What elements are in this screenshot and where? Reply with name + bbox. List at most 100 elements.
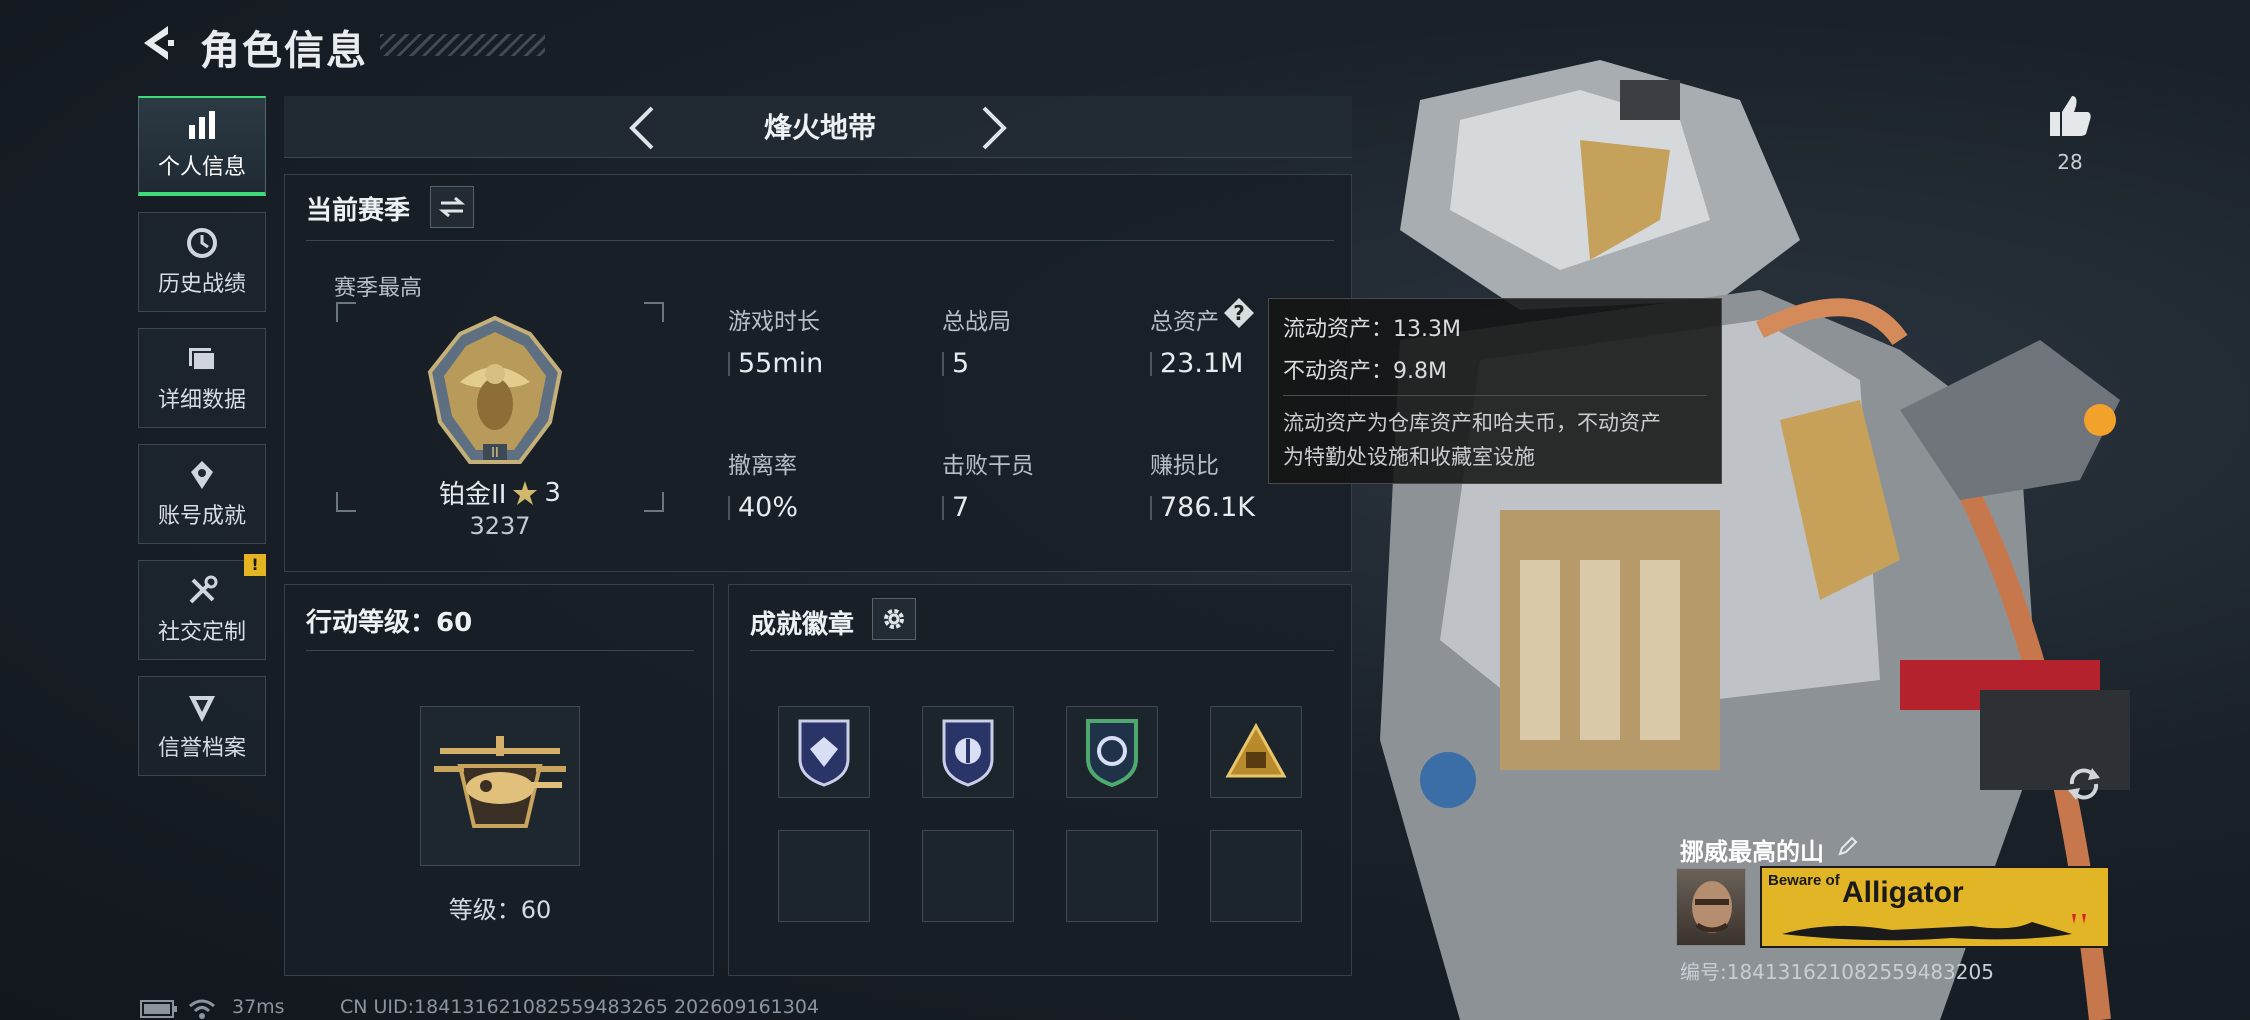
- folder-icon: [189, 348, 216, 371]
- shield-icon: [189, 696, 215, 722]
- helicopter-emblem-icon: [434, 736, 566, 828]
- battery-icon: [140, 1000, 177, 1018]
- sidebar-item-label: 社交定制: [157, 620, 246, 645]
- avatar-face-icon: [1692, 881, 1732, 933]
- sidebar-item-label: 历史战绩: [157, 272, 246, 297]
- frame-corner: [336, 302, 356, 322]
- player-name: 挪威最高的山: [1680, 838, 1824, 866]
- back-arrow-icon[interactable]: [138, 22, 180, 64]
- thumbs-up-icon[interactable]: [2046, 92, 2094, 140]
- bar-chart-icon: [189, 111, 215, 139]
- stat-value: 55min: [738, 348, 824, 379]
- asset-breakdown-tooltip: 流动资产：13.3M 不动资产：9.8M 流动资产为仓库资产和哈夫币，不动资产 …: [1268, 298, 1722, 484]
- tooltip-note-1: 流动资产为仓库资产和哈夫币，不动资产: [1283, 411, 1661, 435]
- page-title: 角色信息: [200, 28, 368, 74]
- badge-slot[interactable]: [922, 706, 1014, 798]
- rank-title-row: 铂金II 3: [430, 474, 570, 511]
- platinum-rank-emblem: II: [427, 315, 563, 464]
- stat-label: 击败干员: [942, 453, 1034, 479]
- chevron-right-icon[interactable]: [976, 104, 1012, 152]
- edit-pencil-icon[interactable]: [1836, 834, 1860, 858]
- stat-label: 赚损比: [1150, 453, 1219, 479]
- liquid-assets-line: 流动资产：13.3M: [1283, 317, 1461, 342]
- stat-marker: [942, 495, 944, 520]
- empty-badge-slot[interactable]: [1066, 830, 1158, 922]
- tools-icon: [189, 575, 218, 604]
- frame-corner: [644, 492, 664, 512]
- stat-marker: [728, 495, 730, 520]
- divider: [306, 240, 1334, 241]
- fixed-assets-line: 不动资产：9.8M: [1283, 359, 1447, 384]
- sidebar-item-history[interactable]: 历史战绩: [138, 212, 266, 312]
- star-icon: [513, 480, 538, 505]
- empty-badge-slot[interactable]: [778, 830, 870, 922]
- divider: [306, 650, 694, 651]
- divider: [750, 650, 1334, 651]
- action-level-emblem-frame: [420, 706, 580, 866]
- ping-text: 37ms: [232, 996, 285, 1018]
- shield-badge-icon: [942, 719, 994, 787]
- rank-score: 3237: [469, 512, 531, 540]
- svg-text:II: II: [491, 446, 499, 461]
- action-level-text: 等级：60: [448, 896, 552, 924]
- season-panel-title: 当前赛季: [306, 196, 411, 226]
- sidebar-item-label: 个人信息: [157, 155, 246, 180]
- sidebar-item-achievements[interactable]: 账号成就: [138, 444, 266, 544]
- swap-season-button[interactable]: [430, 186, 474, 228]
- stat-value: 23.1M: [1160, 348, 1244, 379]
- stat-extract-rate: 撤离率 40%: [728, 446, 798, 523]
- player-banner[interactable]: Beware of Alligator: [1760, 866, 2110, 948]
- stat-label: 总战局: [942, 309, 1011, 335]
- tooltip-note-2: 为特勤处设施和收藏室设施: [1283, 445, 1535, 469]
- badge-slot[interactable]: [778, 706, 870, 798]
- uid-text: CN UID:184131621082559483265 20260916130…: [340, 996, 820, 1018]
- history-icon: [187, 228, 217, 258]
- wifi-icon: [189, 999, 215, 1019]
- sidebar-item-detailed-data[interactable]: 详细数据: [138, 328, 266, 428]
- stat-profit-ratio: 赚损比 786.1K: [1150, 446, 1255, 523]
- stat-marker: [1150, 351, 1152, 376]
- sidebar-item-label: 账号成就: [157, 504, 246, 529]
- stat-label: 总资产: [1150, 309, 1219, 335]
- banner-small-text: Beware of: [1768, 872, 1840, 889]
- sidebar-item-label: 详细数据: [157, 388, 246, 413]
- rank-name: 铂金II: [439, 480, 507, 510]
- gear-icon: [884, 609, 904, 629]
- achievements-title: 成就徽章: [750, 610, 855, 640]
- alligator-silhouette-icon: [1782, 914, 2086, 941]
- like-count: 28: [2057, 150, 2083, 174]
- stat-operators-defeated: 击败干员 7: [942, 446, 1034, 523]
- badge-slot[interactable]: [1066, 706, 1158, 798]
- rank-stars: 3: [544, 477, 561, 508]
- sidebar-item-credit-record[interactable]: 信誉档案: [138, 676, 266, 776]
- season-best-label: 赛季最高: [334, 276, 423, 301]
- shield-badge-icon: [798, 719, 850, 787]
- empty-badge-slot[interactable]: [922, 830, 1014, 922]
- action-level-title: 行动等级：60: [306, 608, 473, 638]
- empty-badge-slot[interactable]: [1210, 830, 1302, 922]
- chevron-left-icon[interactable]: [624, 104, 660, 152]
- stat-play-time: 游戏时长 55min: [728, 302, 823, 379]
- sidebar-item-personal-info[interactable]: 个人信息: [138, 96, 266, 196]
- gold-triangle-badge-icon: [1225, 722, 1287, 778]
- swap-icon: [439, 196, 465, 218]
- avatar[interactable]: [1676, 868, 1746, 946]
- rotate-view-icon[interactable]: [2064, 764, 2104, 804]
- stat-value: 7: [952, 492, 970, 523]
- stat-marker: [728, 351, 730, 376]
- player-id: 编号:1841316210825594832​05: [1680, 960, 1994, 984]
- frame-corner: [644, 302, 664, 322]
- title-decoration: [380, 34, 545, 56]
- stat-label: 游戏时长: [728, 309, 820, 335]
- stat-value: 786.1K: [1160, 492, 1256, 523]
- stat-value: 40%: [738, 492, 799, 523]
- tooltip-divider: [1283, 395, 1707, 396]
- badge-settings-button[interactable]: [872, 598, 916, 640]
- frame-corner: [336, 492, 356, 512]
- notification-badge: !: [244, 554, 266, 576]
- stat-label: 撤离率: [728, 453, 797, 479]
- green-shield-badge-icon: [1086, 719, 1138, 788]
- stat-marker: [942, 351, 944, 376]
- badge-slot[interactable]: [1210, 706, 1302, 798]
- stat-value: 5: [952, 348, 970, 379]
